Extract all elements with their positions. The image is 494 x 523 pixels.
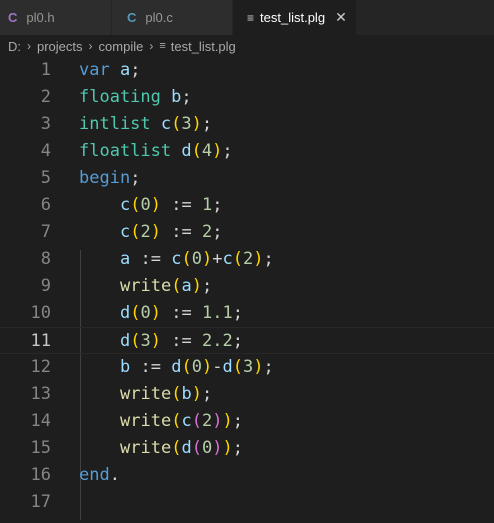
line-code: end. — [79, 465, 120, 485]
code-line[interactable]: 10 d(0) := 1.1; — [0, 300, 494, 327]
line-code: c(2) := 2; — [120, 222, 223, 242]
breadcrumb-folder-compile[interactable]: compile — [99, 39, 144, 54]
code-line[interactable]: 3 intlist c(3); — [0, 111, 494, 138]
tab-label: pl0.c — [145, 10, 173, 25]
tab-label: pl0.h — [26, 10, 55, 25]
tab-pl0-c[interactable]: C pl0.c — [112, 0, 233, 35]
breadcrumb-folder-projects[interactable]: projects — [37, 39, 83, 54]
line-number: 6 — [40, 195, 51, 215]
line-number: 15 — [30, 438, 51, 458]
code-line[interactable]: 15 write(d(0)); — [0, 435, 494, 462]
line-code: write(b); — [120, 384, 213, 404]
code-line[interactable]: 6 c(0) := 1; — [0, 192, 494, 219]
chevron-right-icon: › — [149, 39, 154, 53]
line-number: 12 — [30, 357, 51, 377]
code-line[interactable]: 11 d(3) := 2.2; — [0, 327, 494, 354]
line-code: write(c(2)); — [120, 411, 243, 431]
plaintext-file-icon: ≡ — [247, 10, 255, 25]
code-line[interactable]: 4 floatlist d(4); — [0, 138, 494, 165]
c-file-icon: C — [127, 10, 137, 25]
line-code: floating b; — [79, 87, 192, 107]
line-number: 4 — [40, 141, 51, 161]
line-code: d(0) := 1.1; — [120, 303, 243, 323]
code-line[interactable]: 2 floating b; — [0, 84, 494, 111]
chevron-right-icon: › — [27, 39, 31, 53]
close-icon[interactable]: ✕ — [335, 9, 347, 26]
breadcrumb-drive[interactable]: D: — [8, 39, 21, 54]
code-line[interactable]: 17 — [0, 489, 494, 516]
line-code: c(0) := 1; — [120, 195, 223, 215]
line-number: 11 — [30, 331, 51, 351]
line-number: 3 — [40, 114, 51, 134]
code-line[interactable]: 13 write(b); — [0, 381, 494, 408]
line-code: var a; — [79, 60, 141, 80]
line-code: floatlist d(4); — [79, 141, 233, 161]
code-line[interactable]: 12 b := d(0)-d(3); — [0, 354, 494, 381]
line-number: 14 — [30, 411, 51, 431]
line-number: 16 — [30, 465, 51, 485]
line-number: 1 — [40, 60, 51, 80]
tab-bar: C pl0.h C pl0.c ≡ test_list.plg ✕ — [0, 0, 494, 35]
line-code: write(d(0)); — [120, 438, 243, 458]
line-code: intlist c(3); — [79, 114, 213, 134]
code-line[interactable]: 5 begin; — [0, 165, 494, 192]
chevron-right-icon: › — [88, 39, 93, 53]
line-number: 5 — [40, 168, 51, 188]
line-number: 9 — [40, 276, 51, 296]
line-number: 17 — [30, 492, 51, 512]
line-code: d(3) := 2.2; — [120, 331, 243, 351]
c-file-icon: C — [8, 10, 18, 25]
code-line[interactable]: 16 end. — [0, 462, 494, 489]
line-number: 7 — [40, 222, 51, 242]
code-line[interactable]: 9 write(a); — [0, 273, 494, 300]
code-line[interactable]: 1 var a; — [0, 57, 494, 84]
tab-pl0-h[interactable]: C pl0.h — [0, 0, 112, 35]
line-number: 13 — [30, 384, 51, 404]
line-code: write(a); — [120, 276, 213, 296]
tab-test-list-plg[interactable]: ≡ test_list.plg ✕ — [233, 0, 357, 35]
line-number: 2 — [40, 87, 51, 107]
line-number: 10 — [30, 303, 51, 323]
code-line[interactable]: 7 c(2) := 2; — [0, 219, 494, 246]
code-editor[interactable]: 1 var a; 2 floating b; 3 intlist c(3); 4 floatl… — [0, 57, 494, 523]
code-line[interactable]: 8 a := c(0)+c(2); — [0, 246, 494, 273]
code-line[interactable]: 14 write(c(2)); — [0, 408, 494, 435]
line-code: a := c(0)+c(2); — [120, 249, 274, 269]
breadcrumb-file[interactable]: test_list.plg — [171, 39, 236, 54]
line-code: begin; — [79, 168, 141, 188]
plaintext-file-icon: ≡ — [159, 40, 166, 52]
tab-label: test_list.plg — [260, 10, 326, 25]
line-code: b := d(0)-d(3); — [120, 357, 274, 377]
breadcrumb: D: › projects › compile › ≡ test_list.pl… — [0, 35, 494, 57]
line-number: 8 — [40, 249, 51, 269]
